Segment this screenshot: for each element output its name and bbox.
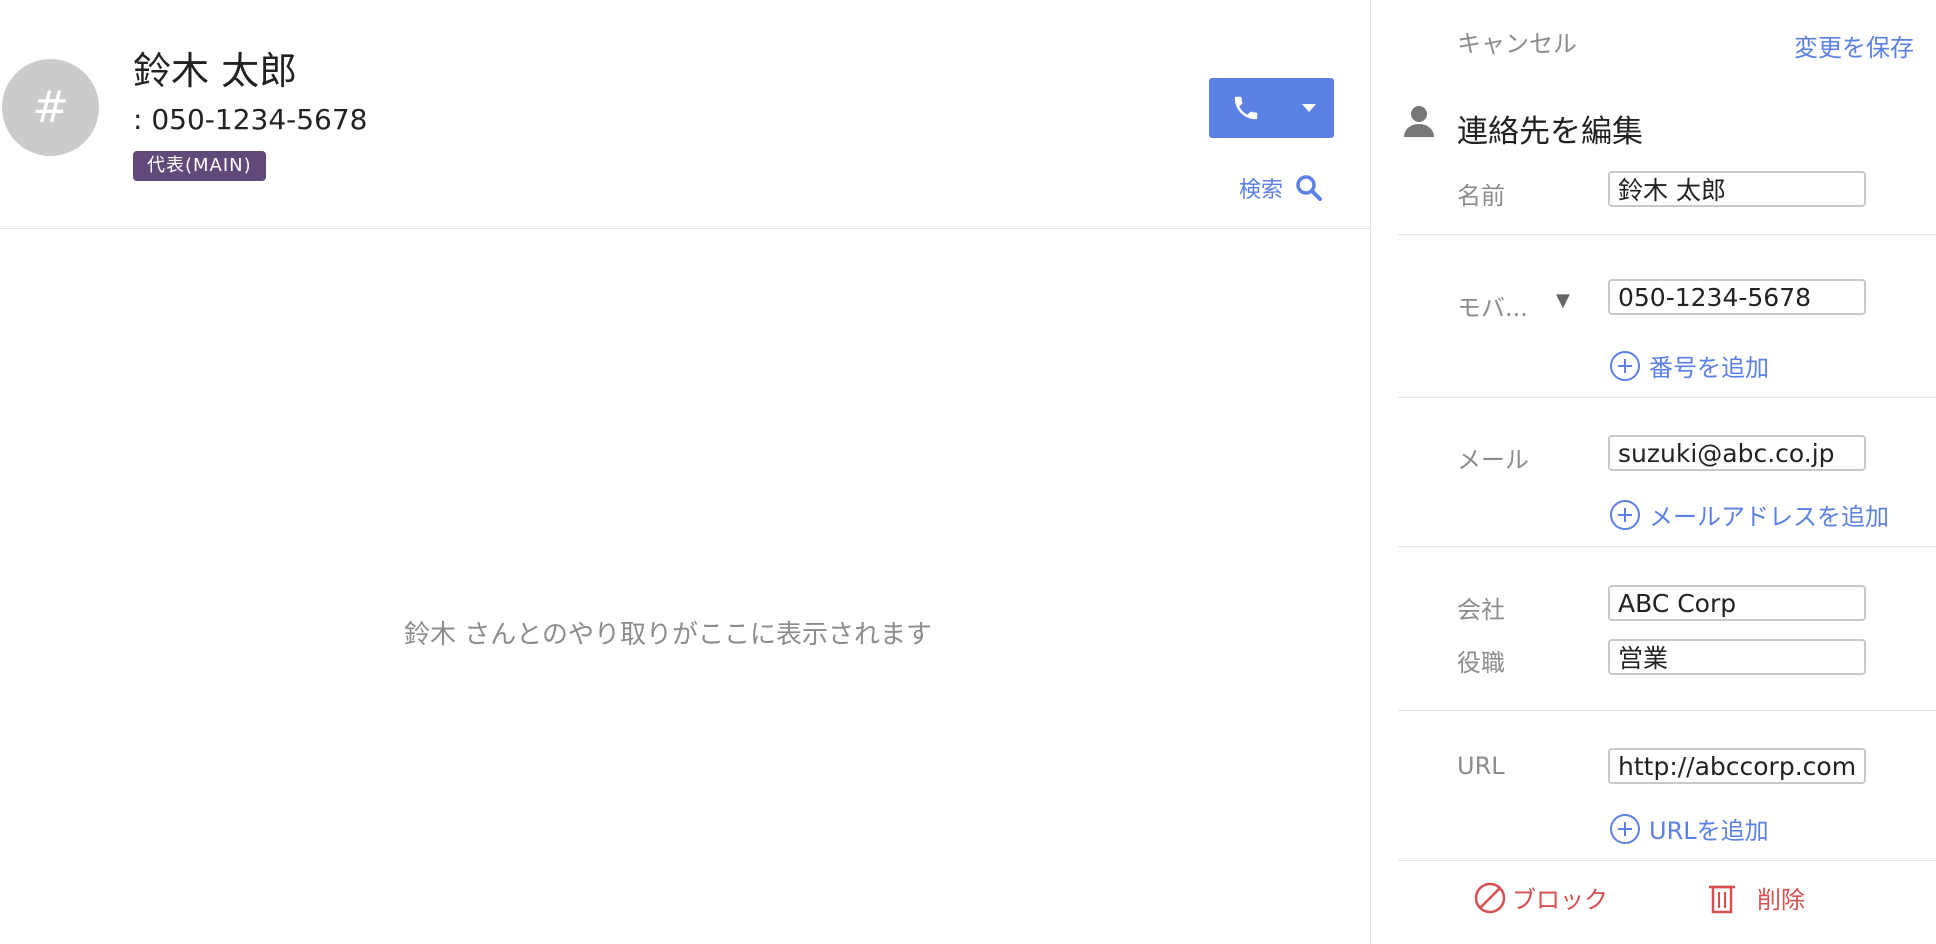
contact-name: 鈴木 太郎 (133, 49, 298, 93)
company-field[interactable] (1608, 585, 1866, 621)
phone-field[interactable] (1608, 279, 1866, 315)
phone-icon[interactable] (1209, 93, 1283, 123)
delete-label: 削除 (1757, 886, 1805, 914)
email-field[interactable] (1608, 435, 1866, 471)
add-email-label: メールアドレスを追加 (1649, 503, 1889, 531)
phone-type-select[interactable]: モバ... (1457, 288, 1528, 323)
add-phone-button[interactable]: 番号を追加 (1609, 348, 1769, 383)
edit-panel-title: 連絡先を編集 (1457, 114, 1643, 150)
email-label: メール (1457, 446, 1529, 474)
chevron-down-icon[interactable]: ▼ (1556, 290, 1570, 311)
add-email-button[interactable]: メールアドレスを追加 (1609, 497, 1889, 532)
block-icon (1474, 882, 1506, 913)
avatar: # (2, 59, 99, 156)
divider (1398, 860, 1936, 861)
header-divider (0, 228, 1370, 229)
chevron-down-icon[interactable] (1283, 103, 1334, 113)
divider (1398, 546, 1936, 547)
add-phone-label: 番号を追加 (1649, 354, 1769, 382)
search-button[interactable]: 検索 (1239, 172, 1323, 204)
url-field[interactable] (1608, 748, 1866, 784)
person-icon (1404, 106, 1434, 137)
avatar-initial: # (32, 82, 69, 133)
name-label: 名前 (1457, 182, 1505, 210)
main-badge: 代表(MAIN) (133, 151, 266, 181)
name-field[interactable] (1608, 171, 1866, 207)
delete-button[interactable]: 削除 (1707, 880, 1805, 915)
add-url-label: URLを追加 (1649, 817, 1769, 845)
block-label: ブロック (1512, 886, 1608, 914)
company-label: 会社 (1457, 596, 1505, 624)
add-circle-icon (1610, 813, 1640, 844)
divider (1398, 710, 1936, 711)
empty-conversation-message: 鈴木 さんとのやり取りがここに表示されます (403, 620, 932, 650)
contact-phone: : 050-1234-5678 (133, 103, 368, 136)
search-label: 検索 (1239, 178, 1284, 203)
block-button[interactable]: ブロック (1474, 880, 1608, 915)
job-title-field[interactable] (1608, 639, 1866, 675)
add-circle-icon (1610, 350, 1640, 381)
add-circle-icon (1610, 499, 1640, 530)
add-url-button[interactable]: URLを追加 (1609, 811, 1769, 846)
call-button[interactable] (1209, 78, 1334, 138)
divider (1398, 234, 1936, 235)
trash-icon (1709, 885, 1735, 913)
url-label: URL (1457, 752, 1505, 780)
edit-contact-panel: キャンセル 変更を保存 連絡先を編集 名前 モバ... ▼ 番号を追加 メール … (1371, 0, 1936, 944)
save-changes-button[interactable]: 変更を保存 (1794, 28, 1914, 63)
divider (1398, 397, 1936, 398)
search-icon (1296, 175, 1323, 201)
cancel-button[interactable]: キャンセル (1457, 24, 1577, 59)
conversation-pane: # 鈴木 太郎 : 050-1234-5678 代表(MAIN) 検索 鈴木 さ… (0, 0, 1370, 944)
job-title-label: 役職 (1457, 649, 1505, 677)
